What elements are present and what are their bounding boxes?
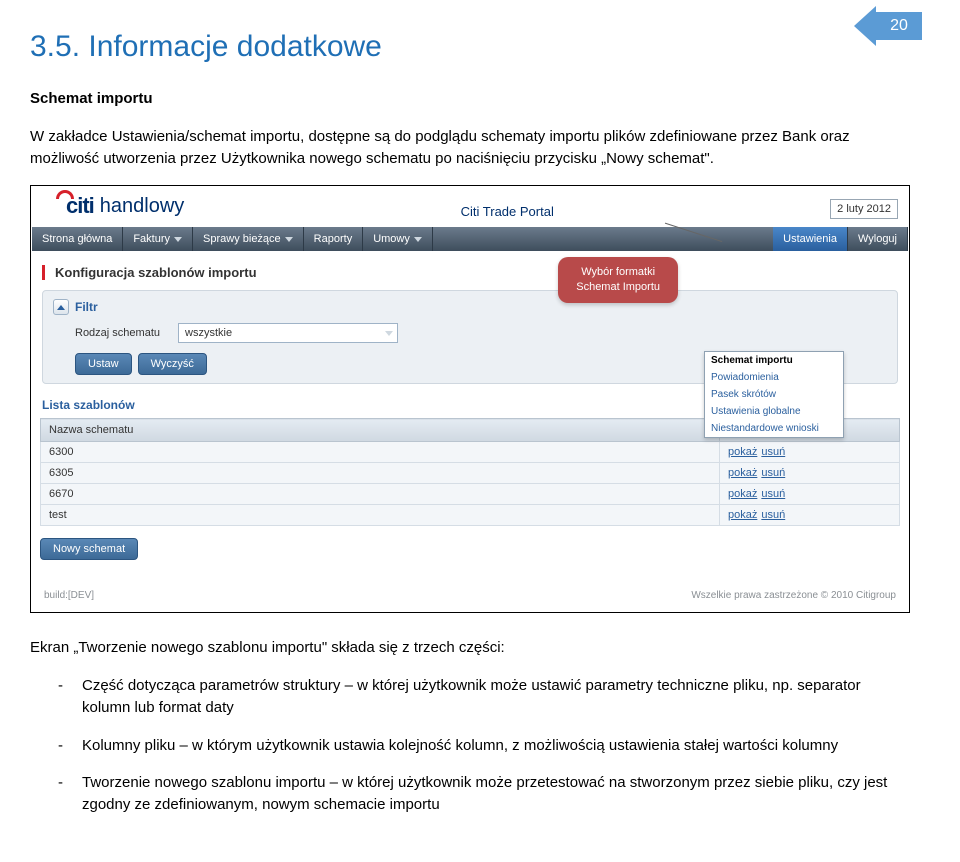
filter-select-schema-type[interactable]: wszystkie [178,323,398,343]
citi-arc-icon [56,190,74,199]
dropdown-item-globalne[interactable]: Ustawienia globalne [705,403,843,420]
red-callout: Wybór formatki Schemat Importu [558,257,678,303]
new-schema-button[interactable]: Nowy schemat [40,538,138,560]
nav-home[interactable]: Strona główna [32,227,123,251]
action-show[interactable]: pokaż [728,467,757,479]
action-show[interactable]: pokaż [728,509,757,521]
citi-logo: citi handlowy [42,193,184,219]
dash-icon: - [58,772,68,816]
nav-invoices-label: Faktury [133,233,170,245]
chevron-down-icon [174,237,182,242]
dropdown-item-powiadomienia[interactable]: Powiadomienia [705,369,843,386]
chevron-up-icon [57,305,65,310]
settings-dropdown: Schemat importu Powiadomienia Pasek skró… [704,351,844,438]
build-label: build:[DEV] [44,590,94,601]
nav-reports-label: Raporty [314,233,353,245]
set-button[interactable]: Ustaw [75,353,132,375]
main-navbar: Strona główna Faktury Sprawy bieżące Rap… [32,227,908,251]
dash-icon: - [58,735,68,757]
dropdown-item-pasek[interactable]: Pasek skrótów [705,386,843,403]
logo-handlowy: handlowy [100,195,185,218]
nav-contracts-label: Umowy [373,233,410,245]
dropdown-item-wnioski[interactable]: Niestandardowe wnioski [705,420,843,437]
page-number: 20 [876,12,922,40]
action-delete[interactable]: usuń [761,509,785,521]
shot-header: citi handlowy Citi Trade Portal 2 luty 2… [32,187,908,227]
table-row: 6670 pokażusuń [41,484,900,505]
callout-line2: Schemat Importu [576,280,660,295]
action-delete[interactable]: usuń [761,488,785,500]
col-name: Nazwa schematu [41,419,720,442]
nav-current[interactable]: Sprawy bieżące [193,227,304,251]
subheading: Schemat importu [30,88,910,110]
nav-reports[interactable]: Raporty [304,227,364,251]
arrow-left-icon [854,6,876,46]
nav-logout-label: Wyloguj [858,233,897,245]
filter-title: Filtr [75,300,98,314]
chevron-down-icon [385,331,393,336]
action-show[interactable]: pokaż [728,446,757,458]
portal-title: Citi Trade Portal [461,204,554,219]
nav-contracts[interactable]: Umowy [363,227,433,251]
section-config-title: Konfiguracja szablonów importu [55,265,257,280]
table-row: 6300 pokażusuń [41,442,900,463]
intro-paragraph: W zakładce Ustawienia/schemat importu, d… [30,126,910,170]
action-show[interactable]: pokaż [728,488,757,500]
after-shot-para: Ekran „Tworzenie nowego szablonu importu… [30,637,910,659]
footer-bar: build:[DEV] Wszelkie prawa zastrzeżone ©… [40,590,900,605]
clear-button[interactable]: Wyczyść [138,353,207,375]
bullet-list: -Część dotycząca parametrów struktury – … [58,675,910,816]
nav-logout[interactable]: Wyloguj [848,227,908,251]
rights-label: Wszelkie prawa zastrzeżone © 2010 Citigr… [691,590,896,601]
bullet-1: Część dotycząca parametrów struktury – w… [82,675,910,719]
date-label: 2 luty 2012 [830,199,898,219]
filter-field-label: Rodzaj schematu [75,327,160,339]
callout-line1: Wybór formatki [576,265,660,280]
dash-icon: - [58,675,68,719]
dropdown-item-schemat[interactable]: Schemat importu [705,352,843,369]
bullet-3: Tworzenie nowego szablonu importu – w kt… [82,772,910,816]
nav-settings-label: Ustawienia [783,233,837,245]
nav-invoices[interactable]: Faktury [123,227,193,251]
chevron-down-icon [414,237,422,242]
heading-main: 3.5. Informacje dodatkowe [30,30,910,64]
action-delete[interactable]: usuń [761,467,785,479]
bullet-2: Kolumny pliku – w którym użytkownik usta… [82,735,838,757]
collapse-toggle[interactable] [53,299,69,315]
table-row: test pokażusuń [41,505,900,526]
nav-home-label: Strona główna [42,233,112,245]
nav-settings[interactable]: Ustawienia [773,227,848,251]
chevron-down-icon [285,237,293,242]
filter-select-value: wszystkie [185,327,232,339]
screenshot-container: citi handlowy Citi Trade Portal 2 luty 2… [30,185,910,613]
page-number-badge: 20 [854,6,924,46]
table-row: 6305 pokażusuń [41,463,900,484]
action-delete[interactable]: usuń [761,446,785,458]
nav-current-label: Sprawy bieżące [203,233,281,245]
